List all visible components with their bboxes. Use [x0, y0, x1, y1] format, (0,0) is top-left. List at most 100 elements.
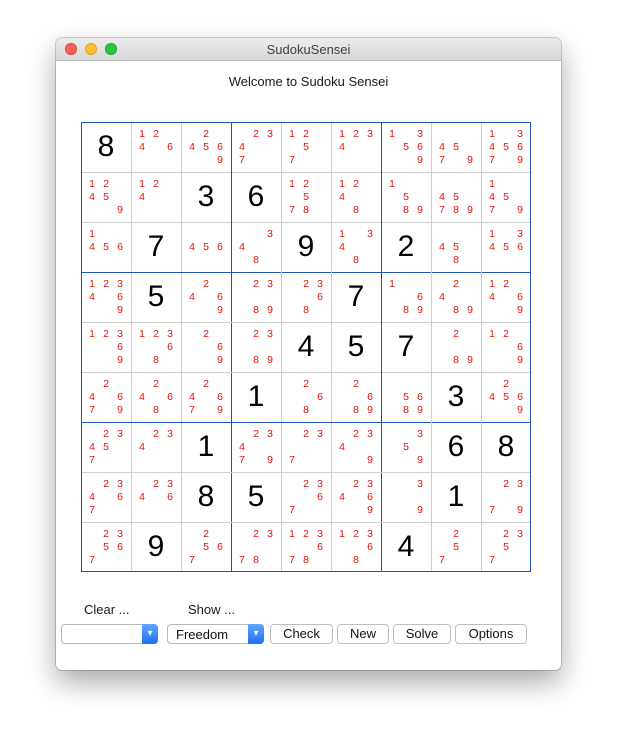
sudoku-cell-r7c5[interactable]: 23 7	[281, 422, 331, 472]
sudoku-cell-r4c3[interactable]: 24 69	[181, 272, 231, 322]
candidate-digit: 3	[367, 478, 373, 490]
sudoku-cell-r5c7[interactable]: 7	[381, 322, 431, 372]
sudoku-cell-r3c8[interactable]: 458	[431, 222, 481, 272]
sudoku-cell-r5c5[interactable]: 4	[281, 322, 331, 372]
sudoku-cell-r3c2[interactable]: 7	[131, 222, 181, 272]
sudoku-cell-r4c1[interactable]: 123 4 69	[81, 272, 131, 322]
new-button[interactable]: New	[337, 624, 389, 644]
sudoku-cell-r6c2[interactable]: 24 68	[131, 372, 181, 422]
sudoku-cell-r9c2[interactable]: 9	[131, 522, 181, 572]
sudoku-cell-r7c8[interactable]: 6	[431, 422, 481, 472]
sudoku-cell-r3c9[interactable]: 1 3 456	[481, 222, 531, 272]
sudoku-cell-r5c2[interactable]: 12368	[131, 322, 181, 372]
options-button[interactable]: Options	[455, 624, 527, 644]
sudoku-cell-r7c6[interactable]: 23 4 9	[331, 422, 381, 472]
sudoku-cell-r8c5[interactable]: 236 7	[281, 472, 331, 522]
sudoku-cell-r1c5[interactable]: 1257	[281, 122, 331, 172]
sudoku-cell-r5c3[interactable]: 269	[181, 322, 231, 372]
sudoku-cell-r9c5[interactable]: 1236 78	[281, 522, 331, 572]
sudoku-cell-r1c6[interactable]: 123 4	[331, 122, 381, 172]
sudoku-cell-r7c2[interactable]: 23 4	[131, 422, 181, 472]
sudoku-cell-r2c8[interactable]: 45789	[431, 172, 481, 222]
sudoku-cell-r1c4[interactable]: 23 47	[231, 122, 281, 172]
sudoku-cell-r1c1[interactable]: 8	[81, 122, 131, 172]
sudoku-cell-r2c4[interactable]: 6	[231, 172, 281, 222]
candidate-digit: 4	[89, 241, 95, 253]
sudoku-cell-r9c7[interactable]: 4	[381, 522, 431, 572]
candidate-digit: 4	[489, 241, 495, 253]
sudoku-cell-r8c8[interactable]: 1	[431, 472, 481, 522]
sudoku-cell-r6c8[interactable]: 3	[431, 372, 481, 422]
sudoku-cell-r3c3[interactable]: 456	[181, 222, 231, 272]
sudoku-cell-r9c8[interactable]: 257	[431, 522, 481, 572]
sudoku-cell-r9c9[interactable]: 2357	[481, 522, 531, 572]
sudoku-cell-r7c9[interactable]: 8	[481, 422, 531, 472]
sudoku-cell-r6c9[interactable]: 24569	[481, 372, 531, 422]
sudoku-cell-r8c7[interactable]: 39	[381, 472, 431, 522]
clear-select[interactable]: ▾	[61, 624, 158, 644]
sudoku-cell-r5c8[interactable]: 2 89	[431, 322, 481, 372]
sudoku-cell-r7c3[interactable]: 1	[181, 422, 231, 472]
candidate-digit: 2	[303, 378, 309, 390]
sudoku-cell-r8c9[interactable]: 23 7 9	[481, 472, 531, 522]
sudoku-cell-r6c6[interactable]: 2689	[331, 372, 381, 422]
sudoku-cell-r3c1[interactable]: 1456	[81, 222, 131, 272]
sudoku-cell-r4c7[interactable]: 1689	[381, 272, 431, 322]
sudoku-cell-r2c5[interactable]: 12578	[281, 172, 331, 222]
sudoku-cell-r8c4[interactable]: 5	[231, 472, 281, 522]
sudoku-cell-r2c3[interactable]: 3	[181, 172, 231, 222]
sudoku-cell-r1c2[interactable]: 124 6	[131, 122, 181, 172]
sudoku-cell-r6c7[interactable]: 5689	[381, 372, 431, 422]
sudoku-cell-r6c4[interactable]: 1	[231, 372, 281, 422]
sudoku-cell-r5c6[interactable]: 5	[331, 322, 381, 372]
sudoku-cell-r8c1[interactable]: 23 4 6 7	[81, 472, 131, 522]
sudoku-cell-r7c7[interactable]: 359	[381, 422, 431, 472]
sudoku-cell-r2c9[interactable]: 1457 9	[481, 172, 531, 222]
check-button[interactable]: Check	[270, 624, 333, 644]
sudoku-cell-r4c5[interactable]: 2368	[281, 272, 331, 322]
sudoku-cell-r2c6[interactable]: 1248	[331, 172, 381, 222]
sudoku-cell-r3c5[interactable]: 9	[281, 222, 331, 272]
candidate-digit: 2	[103, 328, 109, 340]
sudoku-cell-r8c2[interactable]: 23 4 6	[131, 472, 181, 522]
sudoku-cell-r2c1[interactable]: 12459	[81, 172, 131, 222]
sudoku-cell-r3c4[interactable]: 3 48	[231, 222, 281, 272]
sudoku-cell-r5c9[interactable]: 1269	[481, 322, 531, 372]
sudoku-cell-r8c6[interactable]: 23 4 69	[331, 472, 381, 522]
sudoku-cell-r4c8[interactable]: 2489	[431, 272, 481, 322]
sudoku-cell-r6c5[interactable]: 268	[281, 372, 331, 422]
given-digit: 7	[347, 280, 365, 313]
sudoku-cell-r9c6[interactable]: 12368	[331, 522, 381, 572]
sudoku-cell-r8c3[interactable]: 8	[181, 472, 231, 522]
sudoku-cell-r1c8[interactable]: 457 9	[431, 122, 481, 172]
sudoku-cell-r1c9[interactable]: 1 3 456 7 9	[481, 122, 531, 172]
sudoku-cell-r2c2[interactable]: 124	[131, 172, 181, 222]
sudoku-cell-r4c9[interactable]: 124 69	[481, 272, 531, 322]
sudoku-cell-r6c1[interactable]: 24 6 7 9	[81, 372, 131, 422]
sudoku-cell-r9c4[interactable]: 23 78	[231, 522, 281, 572]
candidate-digit: 3	[267, 328, 273, 340]
solve-button[interactable]: Solve	[393, 624, 451, 644]
show-select[interactable]: Freedom ▾	[167, 624, 264, 644]
sudoku-cell-r4c6[interactable]: 7	[331, 272, 381, 322]
candidate-digit: 6	[167, 141, 173, 153]
sudoku-cell-r4c4[interactable]: 23 89	[231, 272, 281, 322]
candidate-digit: 8	[353, 254, 359, 266]
sudoku-cell-r5c1[interactable]: 12369	[81, 322, 131, 372]
sudoku-cell-r3c6[interactable]: 1 3 48	[331, 222, 381, 272]
sudoku-cell-r2c7[interactable]: 1589	[381, 172, 431, 222]
given-digit: 7	[397, 330, 415, 363]
candidate-digit: 4	[239, 241, 245, 253]
sudoku-cell-r1c7[interactable]: 1 3569	[381, 122, 431, 172]
sudoku-cell-r1c3[interactable]: 24569	[181, 122, 231, 172]
sudoku-cell-r7c4[interactable]: 23 47 9	[231, 422, 281, 472]
sudoku-cell-r7c1[interactable]: 23 457	[81, 422, 131, 472]
sudoku-cell-r6c3[interactable]: 24 6 7 9	[181, 372, 231, 422]
sudoku-cell-r3c7[interactable]: 2	[381, 222, 431, 272]
sudoku-cell-r9c1[interactable]: 2356 7	[81, 522, 131, 572]
sudoku-cell-r9c3[interactable]: 256 7	[181, 522, 231, 572]
sudoku-cell-r4c2[interactable]: 5	[131, 272, 181, 322]
sudoku-cell-r5c4[interactable]: 23 89	[231, 322, 281, 372]
candidate-digit: 2	[353, 178, 359, 190]
candidate-digit: 2	[153, 378, 159, 390]
